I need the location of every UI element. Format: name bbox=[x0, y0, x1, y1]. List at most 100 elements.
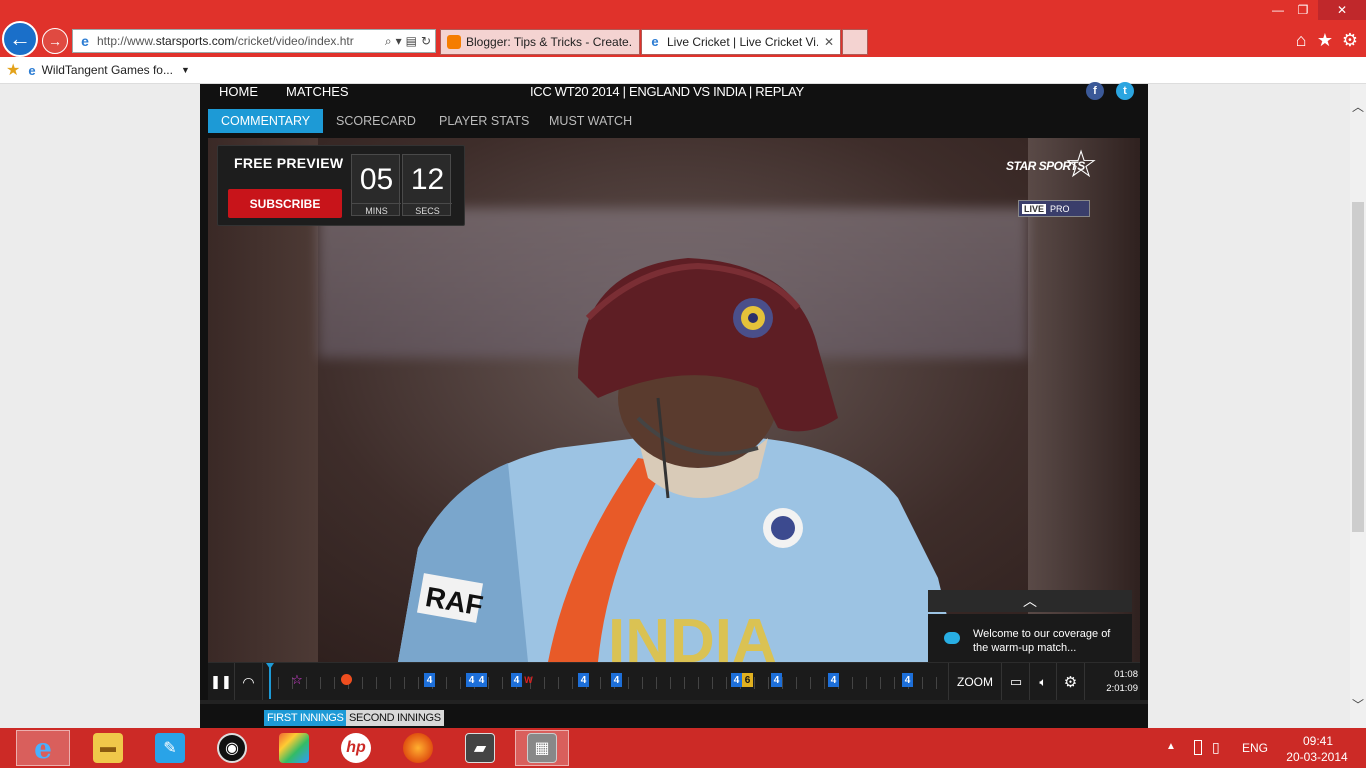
favorites-bar: ★ e WildTangent Games fo... ▼ bbox=[0, 57, 1366, 84]
tab-player-stats[interactable]: PLAYER STATS bbox=[426, 109, 542, 133]
timeline-marker-four[interactable]: 4 bbox=[731, 673, 742, 687]
home-icon[interactable]: ⌂ bbox=[1290, 29, 1312, 51]
app-icon: ▦ bbox=[527, 733, 557, 763]
scroll-thumb[interactable] bbox=[1352, 202, 1364, 532]
commentary-panel: Welcome to our coverage of the warm-up m… bbox=[928, 614, 1132, 662]
address-url[interactable]: http://www.starsports.com/cricket/video/… bbox=[97, 34, 385, 48]
tab-must-watch[interactable]: MUST WATCH bbox=[536, 109, 645, 133]
browser-titlebar: ← → e http://www.starsports.com/cricket/… bbox=[0, 0, 1366, 57]
timeline-marker-four[interactable]: 4 bbox=[476, 673, 487, 687]
forward-button[interactable]: → bbox=[42, 28, 68, 54]
timeline-tick bbox=[390, 677, 391, 689]
screen-mode-button[interactable]: ▭ bbox=[1003, 663, 1030, 701]
tab-live-cricket[interactable]: e Live Cricket | Live Cricket Vi... ✕ bbox=[641, 29, 841, 55]
dropdown-caret-icon[interactable]: ▾ bbox=[396, 34, 402, 49]
facebook-icon[interactable]: f bbox=[1086, 82, 1104, 100]
close-window-button[interactable]: ✕ bbox=[1318, 0, 1366, 20]
pause-icon: ❚❚ bbox=[210, 674, 232, 689]
settings-button[interactable]: ⚙ bbox=[1057, 663, 1085, 701]
taskbar-file-explorer[interactable]: ▬ bbox=[81, 730, 135, 766]
subscribe-button[interactable]: SUBSCRIBE bbox=[228, 189, 342, 218]
pause-button[interactable]: ❚❚ bbox=[208, 663, 235, 701]
chevron-up-icon[interactable]: ▲ bbox=[1166, 741, 1176, 752]
quality-button[interactable]: ◠ bbox=[235, 663, 263, 701]
zoom-button[interactable]: ZOOM bbox=[948, 663, 1002, 701]
favorites-add-icon[interactable]: ★ bbox=[6, 60, 20, 80]
first-innings-button[interactable]: FIRST INNINGS bbox=[264, 710, 347, 726]
timeline-marker-dot[interactable] bbox=[341, 674, 352, 685]
taskbar-internet-explorer[interactable]: e bbox=[16, 730, 70, 766]
timeline-marker-four[interactable]: 4 bbox=[511, 673, 522, 687]
signal-icon: ◠ bbox=[242, 673, 255, 690]
video-timeline[interactable]: ☆ 4 4 4 4 W 4 4 4 6 4 4 4 bbox=[264, 663, 948, 701]
restore-button[interactable]: ❐ bbox=[1290, 0, 1316, 20]
timeline-tick bbox=[810, 677, 811, 689]
video-player[interactable]: RAF INDIA FREE PREVIEW SUBSCRIBE 05 MINS… bbox=[208, 138, 1140, 662]
search-icon[interactable]: ⌕ bbox=[385, 34, 392, 49]
time-current: 01:08 bbox=[1114, 669, 1138, 680]
timeline-marker-star[interactable]: ☆ bbox=[291, 672, 303, 687]
tab-scorecard[interactable]: SCORECARD bbox=[323, 109, 429, 133]
language-indicator[interactable]: ENG bbox=[1242, 741, 1268, 755]
hp-logo-icon: hp bbox=[341, 733, 371, 763]
address-bar[interactable]: e http://www.starsports.com/cricket/vide… bbox=[72, 29, 436, 53]
minimize-button[interactable]: — bbox=[1266, 0, 1290, 20]
timeline-marker-four[interactable]: 4 bbox=[771, 673, 782, 687]
network-icon[interactable]: ▯ bbox=[1212, 739, 1220, 756]
timeline-marker-four[interactable]: 4 bbox=[611, 673, 622, 687]
timeline-tick bbox=[712, 677, 713, 689]
clock-time[interactable]: 09:41 bbox=[1288, 734, 1348, 748]
clock-date[interactable]: 20-03-2014 bbox=[1282, 750, 1352, 764]
compat-view-icon[interactable]: ▤ bbox=[406, 34, 417, 49]
commentary-text: Welcome to our coverage of the warm-up m… bbox=[973, 628, 1111, 654]
tab-close-icon[interactable]: ✕ bbox=[824, 35, 834, 49]
twitter-icon[interactable]: t bbox=[1116, 82, 1134, 100]
refresh-icon[interactable]: ↻ bbox=[421, 34, 431, 49]
timeline-tick bbox=[796, 677, 797, 689]
taskbar-app[interactable]: ✎ bbox=[143, 730, 197, 766]
timeline-tick bbox=[852, 677, 853, 689]
favorites-star-icon[interactable]: ★ bbox=[1314, 29, 1336, 51]
scroll-up-icon[interactable]: ︿ bbox=[1350, 98, 1366, 114]
timeline-tick bbox=[488, 677, 489, 689]
timeline-tick bbox=[502, 677, 503, 689]
tab-commentary[interactable]: COMMENTARY bbox=[208, 109, 324, 133]
live-pro-badge: LIVE PRO bbox=[1018, 200, 1090, 217]
timeline-marker-four[interactable]: 4 bbox=[424, 673, 435, 687]
timeline-marker-wicket[interactable]: W bbox=[523, 673, 534, 687]
star-sports-logo: STAR SPORTS ☆ bbox=[1006, 144, 1099, 186]
scroll-down-icon[interactable]: ﹀ bbox=[1350, 696, 1366, 712]
timer-minutes: 05 MINS bbox=[351, 154, 401, 216]
taskbar-app[interactable]: ◉ bbox=[205, 730, 259, 766]
taskbar-app[interactable] bbox=[267, 730, 321, 766]
timeline-marker-four[interactable]: 4 bbox=[902, 673, 913, 687]
taskbar-app[interactable]: ▦ bbox=[515, 730, 569, 766]
second-innings-button[interactable]: SECOND INNINGS bbox=[346, 710, 444, 726]
taskbar-hp[interactable]: hp bbox=[329, 730, 383, 766]
commentary-toggle[interactable]: ︿ bbox=[928, 590, 1132, 612]
battery-icon[interactable] bbox=[1194, 740, 1202, 755]
playhead-handle[interactable] bbox=[266, 663, 274, 699]
favorite-wildtangent[interactable]: WildTangent Games fo... bbox=[42, 63, 173, 77]
taskbar-firefox[interactable] bbox=[391, 730, 445, 766]
blogger-icon bbox=[447, 35, 461, 49]
back-button[interactable]: ← bbox=[2, 21, 38, 57]
tab-blogger[interactable]: Blogger: Tips & Tricks - Create... bbox=[440, 29, 640, 55]
chevron-down-icon[interactable]: ▼ bbox=[181, 65, 190, 75]
gear-icon: ⚙ bbox=[1063, 674, 1078, 691]
innings-selector: FIRST INNINGS SECOND INNINGS bbox=[200, 700, 1148, 728]
new-tab-button[interactable] bbox=[842, 29, 868, 55]
timeline-marker-four[interactable]: 4 bbox=[828, 673, 839, 687]
volume-button[interactable]: 🔈︎ bbox=[1030, 663, 1057, 701]
timeline-marker-six[interactable]: 6 bbox=[742, 673, 753, 687]
firefox-icon bbox=[403, 733, 433, 763]
nav-home[interactable]: HOME bbox=[219, 84, 258, 99]
gear-icon[interactable]: ⚙ bbox=[1339, 29, 1361, 51]
arrow-right-icon: → bbox=[48, 33, 62, 49]
nav-matches[interactable]: MATCHES bbox=[286, 84, 349, 99]
timeline-marker-four[interactable]: 4 bbox=[578, 673, 589, 687]
timeline-tick bbox=[866, 677, 867, 689]
taskbar-app[interactable]: ▰ bbox=[453, 730, 507, 766]
timeline-tick bbox=[320, 677, 321, 689]
page-scrollbar[interactable]: ︿ ﹀ bbox=[1350, 84, 1366, 728]
